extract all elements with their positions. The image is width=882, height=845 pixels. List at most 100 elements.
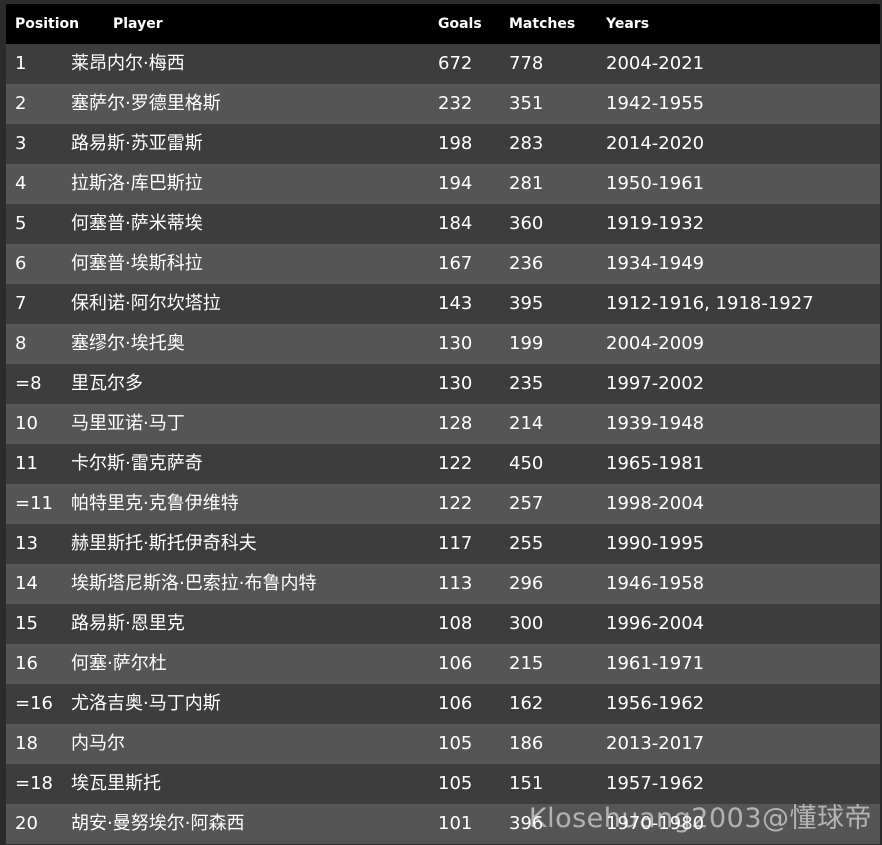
page: Position Player Goals Matches Years 1 莱昂内… bbox=[0, 0, 882, 845]
table-row: 4 拉斯洛·库巴斯拉 194 281 1950-1961 bbox=[6, 164, 880, 204]
player-cell: 赫里斯托·斯托伊奇科夫 bbox=[71, 533, 257, 554]
goals-cell: 113 bbox=[438, 573, 473, 594]
position-cell: =11 bbox=[15, 493, 53, 514]
header-player[interactable]: Player bbox=[113, 4, 163, 44]
player-cell: 胡安·曼努埃尔·阿森西 bbox=[71, 813, 245, 834]
matches-cell: 255 bbox=[509, 533, 544, 554]
player-cell: 拉斯洛·库巴斯拉 bbox=[71, 173, 203, 194]
goals-cell: 128 bbox=[438, 413, 473, 434]
matches-cell: 199 bbox=[509, 333, 544, 354]
position-cell: =8 bbox=[15, 373, 42, 394]
table-row: 2 塞萨尔·罗德里格斯 232 351 1942-1955 bbox=[6, 84, 880, 124]
header-matches[interactable]: Matches bbox=[509, 4, 575, 44]
years-cell: 2004-2009 bbox=[606, 333, 705, 354]
matches-cell: 283 bbox=[509, 133, 544, 154]
position-cell: =18 bbox=[15, 773, 53, 794]
player-cell: 帕特里克·克鲁伊维特 bbox=[71, 493, 239, 514]
goals-cell: 117 bbox=[438, 533, 473, 554]
goals-cell: 143 bbox=[438, 293, 473, 314]
table-row: 3 路易斯·苏亚雷斯 198 283 2014-2020 bbox=[6, 124, 880, 164]
years-cell: 1912-1916, 1918-1927 bbox=[606, 293, 814, 314]
goals-cell: 106 bbox=[438, 653, 473, 674]
table-row: 15 路易斯·恩里克 108 300 1996-2004 bbox=[6, 604, 880, 644]
matches-cell: 395 bbox=[509, 293, 544, 314]
goals-cell: 106 bbox=[438, 693, 473, 714]
table-row: =11 帕特里克·克鲁伊维特 122 257 1998-2004 bbox=[6, 484, 880, 524]
player-cell: 莱昂内尔·梅西 bbox=[71, 53, 185, 74]
goals-cell: 184 bbox=[438, 213, 473, 234]
goals-cell: 232 bbox=[438, 93, 473, 114]
position-cell: 2 bbox=[15, 93, 27, 114]
header-position[interactable]: Position bbox=[15, 4, 79, 44]
goals-cell: 198 bbox=[438, 133, 473, 154]
table-row: 11 卡尔斯·雷克萨奇 122 450 1965-1981 bbox=[6, 444, 880, 484]
position-cell: 13 bbox=[15, 533, 38, 554]
header-years[interactable]: Years bbox=[606, 4, 649, 44]
years-cell: 1997-2002 bbox=[606, 373, 705, 394]
years-cell: 1946-1958 bbox=[606, 573, 705, 594]
table-row: 5 何塞普·萨米蒂埃 184 360 1919-1932 bbox=[6, 204, 880, 244]
matches-cell: 360 bbox=[509, 213, 544, 234]
goals-cell: 105 bbox=[438, 773, 473, 794]
goals-cell: 672 bbox=[438, 53, 473, 74]
matches-cell: 351 bbox=[509, 93, 544, 114]
years-cell: 1998-2004 bbox=[606, 493, 705, 514]
player-cell: 卡尔斯·雷克萨奇 bbox=[71, 453, 203, 474]
matches-cell: 162 bbox=[509, 693, 544, 714]
years-cell: 1961-1971 bbox=[606, 653, 705, 674]
position-cell: 4 bbox=[15, 173, 27, 194]
table-body: 1 莱昂内尔·梅西 672 778 2004-2021 2 塞萨尔·罗德里格斯 232 351 1… bbox=[6, 44, 880, 844]
goals-cell: 194 bbox=[438, 173, 473, 194]
watermark: Klosehuang2003@懂球帝 bbox=[528, 803, 872, 834]
goals-cell: 130 bbox=[438, 333, 473, 354]
goals-cell: 167 bbox=[438, 253, 473, 274]
player-cell: 马里亚诺·马丁 bbox=[71, 413, 185, 434]
matches-cell: 215 bbox=[509, 653, 544, 674]
matches-cell: 281 bbox=[509, 173, 544, 194]
matches-cell: 214 bbox=[509, 413, 544, 434]
table-row: 14 埃斯塔尼斯洛·巴索拉·布鲁内特 113 296 1946-1958 bbox=[6, 564, 880, 604]
goals-cell: 108 bbox=[438, 613, 473, 634]
player-cell: 何塞·萨尔杜 bbox=[71, 653, 167, 674]
position-cell: 8 bbox=[15, 333, 27, 354]
player-cell: 何塞普·萨米蒂埃 bbox=[71, 213, 203, 234]
years-cell: 1919-1932 bbox=[606, 213, 705, 234]
years-cell: 1965-1981 bbox=[606, 453, 705, 474]
position-cell: 10 bbox=[15, 413, 38, 434]
position-cell: 3 bbox=[15, 133, 27, 154]
goals-cell: 122 bbox=[438, 493, 473, 514]
position-cell: 16 bbox=[15, 653, 38, 674]
years-cell: 1934-1949 bbox=[606, 253, 705, 274]
position-cell: 1 bbox=[15, 53, 27, 74]
position-cell: 6 bbox=[15, 253, 27, 274]
matches-cell: 300 bbox=[509, 613, 544, 634]
position-cell: 14 bbox=[15, 573, 38, 594]
table-row: 13 赫里斯托·斯托伊奇科夫 117 255 1990-1995 bbox=[6, 524, 880, 564]
table-row: 10 马里亚诺·马丁 128 214 1939-1948 bbox=[6, 404, 880, 444]
player-cell: 埃斯塔尼斯洛·巴索拉·布鲁内特 bbox=[71, 573, 317, 594]
player-cell: 保利诺·阿尔坎塔拉 bbox=[71, 293, 221, 314]
player-cell: 何塞普·埃斯科拉 bbox=[71, 253, 203, 274]
goals-cell: 105 bbox=[438, 733, 473, 754]
header-goals[interactable]: Goals bbox=[438, 4, 482, 44]
player-cell: 埃瓦里斯托 bbox=[71, 773, 161, 794]
position-cell: 7 bbox=[15, 293, 27, 314]
scorers-table: Position Player Goals Matches Years 1 莱昂内… bbox=[6, 4, 880, 844]
years-cell: 1956-1962 bbox=[606, 693, 705, 714]
table-row: =8 里瓦尔多 130 235 1997-2002 bbox=[6, 364, 880, 404]
table-header: Position Player Goals Matches Years bbox=[6, 4, 880, 44]
years-cell: 1996-2004 bbox=[606, 613, 705, 634]
years-cell: 1950-1961 bbox=[606, 173, 705, 194]
matches-cell: 236 bbox=[509, 253, 544, 274]
position-cell: 18 bbox=[15, 733, 38, 754]
years-cell: 2013-2017 bbox=[606, 733, 705, 754]
table-row: 18 内马尔 105 186 2013-2017 bbox=[6, 724, 880, 764]
player-cell: 尤洛吉奥·马丁内斯 bbox=[71, 693, 221, 714]
matches-cell: 450 bbox=[509, 453, 544, 474]
player-cell: 内马尔 bbox=[71, 733, 125, 754]
goals-cell: 130 bbox=[438, 373, 473, 394]
player-cell: 里瓦尔多 bbox=[71, 373, 143, 394]
years-cell: 1942-1955 bbox=[606, 93, 705, 114]
matches-cell: 186 bbox=[509, 733, 544, 754]
table-row: 7 保利诺·阿尔坎塔拉 143 395 1912-1916, 1918-1927 bbox=[6, 284, 880, 324]
